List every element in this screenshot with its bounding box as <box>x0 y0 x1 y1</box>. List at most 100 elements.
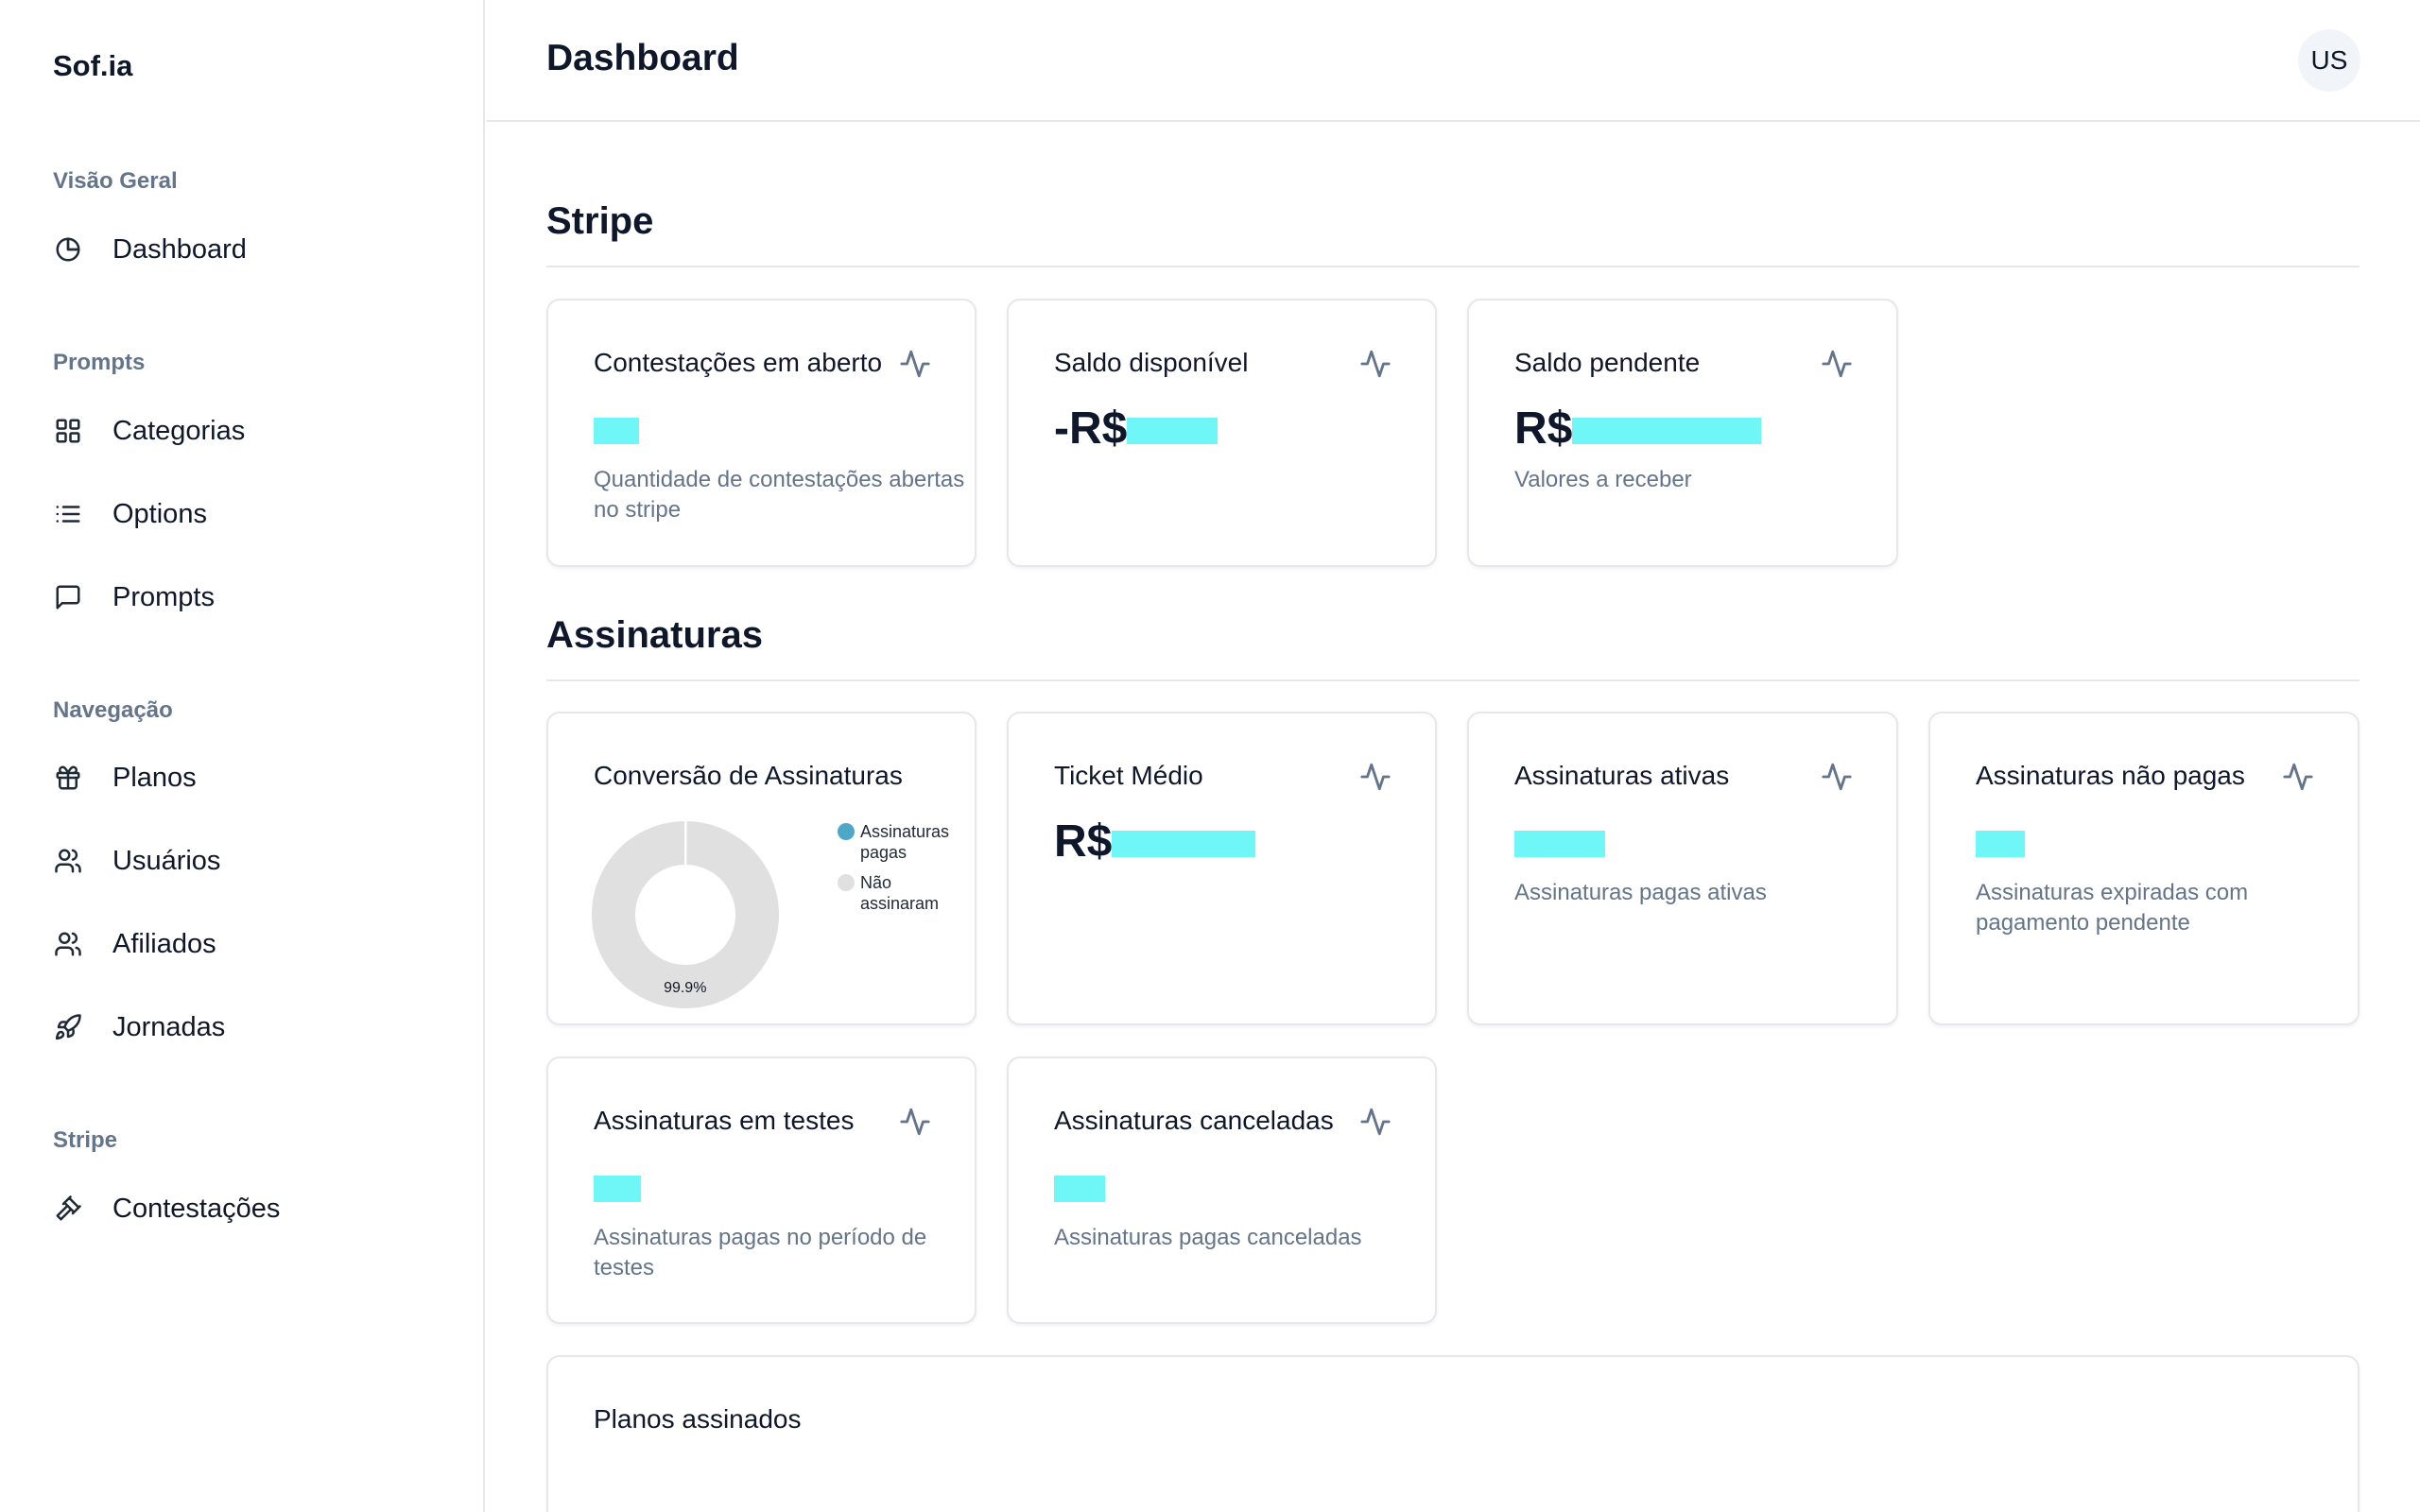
card-value <box>1054 1160 1105 1212</box>
card-title: Conversão de Assinaturas <box>594 761 903 790</box>
legend-item-not-subscribed[interactable]: Não assinaram <box>838 872 970 914</box>
users-icon <box>53 929 83 959</box>
section-title-stripe: Stripe <box>546 200 654 242</box>
sidebar-item-prompts[interactable]: Prompts <box>53 569 450 626</box>
avatar[interactable]: US <box>2298 29 2360 92</box>
sidebar-item-contestacoes[interactable]: Contestações <box>53 1180 450 1237</box>
grid-icon <box>53 416 83 446</box>
card-title: Assinaturas canceladas <box>1054 1106 1334 1135</box>
card-value <box>594 1160 641 1212</box>
redaction-block <box>1514 831 1605 858</box>
legend-swatch-not-subscribed <box>838 874 855 891</box>
card-unpaid-subscriptions: Assinaturas não pagas Assinaturas expira… <box>1928 712 2360 1025</box>
activity-icon <box>1359 1106 1392 1138</box>
card-title: Assinaturas não pagas <box>1976 761 2245 790</box>
sidebar-item-planos[interactable]: Planos <box>53 749 450 806</box>
list-icon <box>53 499 83 529</box>
sidebar-item-afiliados[interactable]: Afiliados <box>53 916 450 972</box>
sidebar-item-usuarios[interactable]: Usuários <box>53 833 450 889</box>
sidebar-item-label: Usuários <box>112 845 221 876</box>
sidebar-item-jornadas[interactable]: Jornadas <box>53 999 450 1056</box>
gift-icon <box>53 763 83 793</box>
chart-legend: Assinaturas pagas Não assinaram <box>838 821 970 923</box>
card-active-subscriptions: Assinaturas ativas Assinaturas pagas ati… <box>1467 712 1898 1025</box>
page-title: Dashboard <box>546 38 739 78</box>
card-title: Contestações em aberto <box>594 348 883 377</box>
activity-icon <box>1821 348 1853 380</box>
section-divider <box>546 679 2360 681</box>
donut-chart-svg: 99.9% <box>590 818 781 1010</box>
redaction-block <box>1976 831 2025 858</box>
donut-chart: 99.9% <box>590 818 781 1010</box>
sidebar: Sof.ia Visão Geral Dashboard Prompts Cat… <box>0 0 485 1512</box>
sidebar-item-label: Contestações <box>112 1193 281 1224</box>
card-value: R$ <box>1054 816 1256 868</box>
users-icon <box>53 846 83 876</box>
legend-swatch-paid <box>838 823 855 840</box>
card-trial-subscriptions: Assinaturas em testes Assinaturas pagas … <box>546 1057 977 1324</box>
activity-icon <box>1821 761 1853 793</box>
card-subscribed-plans: Planos assinados <box>546 1355 2360 1512</box>
nav-group-title-navigation: Navegação <box>53 697 173 723</box>
nav-group-title-overview: Visão Geral <box>53 168 178 194</box>
nav-group-title-prompts: Prompts <box>53 350 146 375</box>
card-title: Assinaturas ativas <box>1514 761 1730 790</box>
sidebar-item-label: Planos <box>112 762 197 793</box>
activity-icon <box>899 348 931 380</box>
card-average-ticket: Ticket Médio R$ <box>1007 712 1437 1025</box>
redaction-block <box>1112 831 1256 858</box>
activity-icon <box>1359 348 1392 380</box>
legend-label: Assinaturas pagas <box>860 822 950 862</box>
sidebar-item-label: Categorias <box>112 415 246 446</box>
sidebar-item-label: Dashboard <box>112 233 247 265</box>
card-open-disputes: Contestações em aberto Quantidade de con… <box>546 299 977 567</box>
card-value <box>1976 816 2025 868</box>
card-description: Assinaturas expiradas com pagamento pend… <box>1976 880 2249 936</box>
activity-icon <box>1359 761 1392 793</box>
card-title: Saldo pendente <box>1514 348 1701 377</box>
card-title: Assinaturas em testes <box>594 1106 855 1135</box>
sidebar-item-label: Afiliados <box>112 928 216 959</box>
card-description: Assinaturas pagas ativas <box>1514 880 1767 905</box>
card-pending-balance: Saldo pendente R$ Valores a receber <box>1467 299 1898 567</box>
rocket-icon <box>53 1012 83 1042</box>
card-title: Saldo disponível <box>1054 348 1249 377</box>
redaction-block <box>1054 1176 1105 1203</box>
card-value <box>1514 816 1605 868</box>
nav-group-title-stripe: Stripe <box>53 1127 118 1153</box>
sidebar-item-options[interactable]: Options <box>53 486 450 542</box>
brand-logo[interactable]: Sof.ia <box>53 49 132 83</box>
sidebar-item-label: Prompts <box>112 581 215 612</box>
activity-icon <box>2282 761 2314 793</box>
card-description: Assinaturas pagas canceladas <box>1054 1225 1362 1250</box>
legend-item-paid[interactable]: Assinaturas pagas <box>838 821 970 863</box>
section-title-subscriptions: Assinaturas <box>546 614 763 656</box>
card-available-balance: Saldo disponível -R$ <box>1007 299 1437 567</box>
sidebar-item-dashboard[interactable]: Dashboard <box>53 221 450 278</box>
redaction-block <box>1572 418 1762 445</box>
card-value: R$ <box>1514 403 1762 455</box>
top-header: Dashboard US <box>487 0 2420 122</box>
card-cancelled-subscriptions: Assinaturas canceladas Assinaturas pagas… <box>1007 1057 1437 1324</box>
gavel-icon <box>53 1194 83 1224</box>
card-title: Ticket Médio <box>1054 761 1203 790</box>
redaction-block <box>594 1176 641 1203</box>
card-value <box>594 403 639 455</box>
redaction-block <box>594 418 639 445</box>
section-divider <box>546 266 2360 267</box>
card-description: Assinaturas pagas no período de testes <box>594 1225 927 1280</box>
card-subscription-conversion: Conversão de Assinaturas 99.9% Assinatur… <box>546 712 977 1025</box>
card-title: Planos assinados <box>594 1404 802 1434</box>
pie-chart-icon <box>53 234 83 265</box>
donut-slice-label-1: 99.9% <box>664 980 706 996</box>
sidebar-item-label: Jornadas <box>112 1011 226 1042</box>
sidebar-item-categorias[interactable]: Categorias <box>53 403 450 459</box>
card-description: Valores a receber <box>1514 467 1692 492</box>
redaction-block <box>1127 418 1219 445</box>
legend-label: Não assinaram <box>860 873 940 913</box>
message-square-icon <box>53 582 83 612</box>
sidebar-item-label: Options <box>112 498 207 529</box>
card-description: Quantidade de contestações abertas no st… <box>594 467 965 523</box>
card-value: -R$ <box>1054 403 1219 455</box>
activity-icon <box>899 1106 931 1138</box>
